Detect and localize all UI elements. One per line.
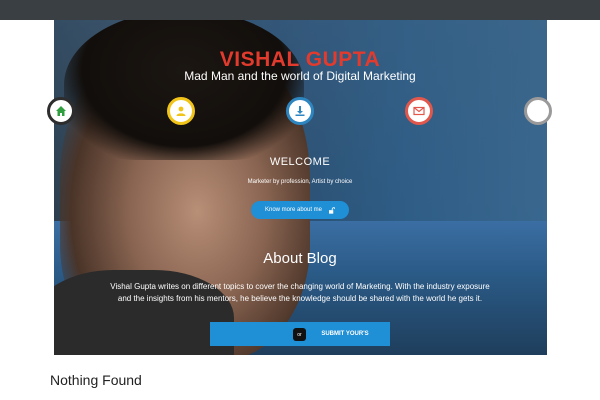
- download-nav-button[interactable]: [286, 97, 314, 125]
- envelope-icon: [413, 106, 425, 116]
- nothing-found-heading: Nothing Found: [50, 372, 142, 388]
- about-nav-button[interactable]: [167, 97, 195, 125]
- welcome-tagline: Marketer by profession, Artist by choice: [247, 179, 353, 185]
- empty-nav-button[interactable]: [524, 97, 552, 125]
- unlock-icon: [329, 206, 336, 214]
- know-more-label: Know more about me: [264, 207, 323, 213]
- download-icon: [295, 106, 305, 116]
- about-heading: About Blog: [263, 250, 337, 267]
- top-bar: [0, 0, 600, 20]
- portrait-hair: [64, 20, 304, 160]
- home-nav-button[interactable]: [47, 97, 75, 125]
- home-icon: [56, 106, 66, 116]
- cta-left-button[interactable]: [210, 322, 300, 346]
- user-icon: [176, 106, 186, 116]
- submit-yours-button[interactable]: SUBMIT YOUR'S: [300, 322, 390, 346]
- welcome-heading: WELCOME: [269, 156, 331, 168]
- site-subtitle: Mad Man and the world of Digital Marketi…: [184, 69, 416, 83]
- contact-nav-button[interactable]: [405, 97, 433, 125]
- or-badge: or: [293, 328, 306, 341]
- know-more-button[interactable]: Know more about me: [251, 201, 349, 219]
- about-description: Vishal Gupta writes on different topics …: [110, 282, 490, 303]
